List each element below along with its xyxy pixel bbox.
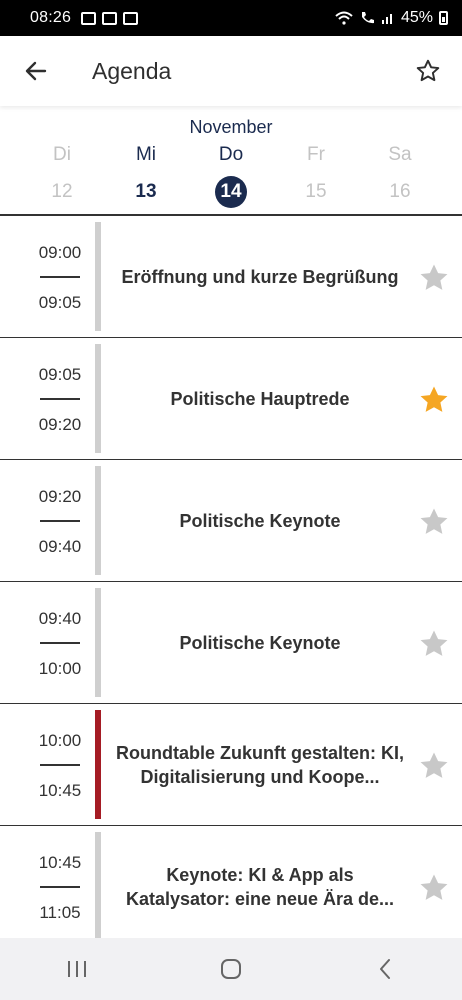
image-icon [102,11,118,25]
session-end-time: 10:45 [38,781,82,800]
signal-icon [381,14,392,24]
nav-back-button[interactable] [360,944,410,994]
session-item[interactable]: 09:40 10:00 Politische Keynote [0,582,462,704]
notification-icons [81,11,139,25]
favorite-toggle[interactable] [414,868,454,908]
star-icon [420,630,448,656]
session-start-time: 10:00 [38,731,82,750]
day-weekday: Do [218,144,244,165]
arrow-left-icon [25,61,47,81]
session-track-bar [95,466,101,575]
status-bar: 08:26 45% [0,0,462,36]
home-button[interactable] [206,944,256,994]
favorite-toggle[interactable] [414,624,454,664]
star-icon [420,508,448,534]
session-end-time: 11:05 [39,903,81,922]
battery-percent: 45% [400,9,433,26]
day-tab-12[interactable]: Di 12 [32,144,92,208]
battery-icon [439,11,448,25]
status-right: 45% [335,9,448,27]
session-end-time: 09:40 [38,537,82,556]
session-title: Politische Keynote [179,511,341,531]
day-number: 12 [51,181,73,202]
session-title: Politische Keynote [179,633,341,653]
system-nav-bar [0,938,462,1000]
session-title: Eröffnung und kurze Begrüßung [121,267,399,287]
favorite-toggle[interactable] [414,258,454,298]
recents-icon [68,961,86,977]
day-weekday: Fr [307,144,325,165]
day-weekday: Mi [135,144,157,165]
star-icon [420,874,448,900]
session-start-time: 09:00 [38,243,82,262]
session-item[interactable]: 09:05 09:20 Politische Hauptrede [0,338,462,460]
date-selector: November Di 12 Mi 13 Do 14 Fr 15 Sa 16 [0,110,462,216]
back-icon [380,959,390,979]
session-track-bar-highlight [95,710,101,819]
day-weekday: Di [53,144,71,165]
session-start-time: 09:40 [38,609,82,628]
session-item[interactable]: 09:20 09:40 Politische Keynote [0,460,462,582]
session-title: Roundtable Zukunft gestalten: KI, Digita… [116,743,404,787]
back-button[interactable] [16,51,56,91]
day-number: 13 [135,181,157,202]
favorites-filter-button[interactable] [408,51,448,91]
session-title: Keynote: KI & App als Katalysator: eine … [125,865,395,909]
session-track-bar [95,222,101,331]
session-track-bar [95,588,101,697]
time-separator [40,642,80,644]
day-number: 16 [389,181,411,202]
star-outline-icon [416,59,440,82]
time-separator [40,398,80,400]
time-separator [40,886,80,888]
session-track-bar [95,832,101,938]
time-separator [40,276,80,278]
day-weekday: Sa [388,144,412,165]
session-end-time: 10:00 [38,659,82,678]
favorite-toggle[interactable] [414,380,454,420]
call-icon [361,12,374,24]
status-time: 08:26 [30,9,72,26]
app-bar: Agenda [0,36,462,106]
session-end-time: 09:05 [38,293,82,312]
recents-button[interactable] [52,944,102,994]
day-number: 15 [305,181,327,202]
wifi-icon [335,11,353,25]
session-start-time: 09:05 [38,365,82,384]
favorite-toggle[interactable] [414,746,454,786]
session-item[interactable]: 10:45 11:05 Keynote: KI & App als Kataly… [0,826,462,938]
home-icon [221,959,241,979]
notification-icon [81,11,97,25]
star-filled-icon [420,386,448,412]
day-tab-16[interactable]: Sa 16 [370,144,430,208]
day-number-selected: 14 [215,176,247,208]
month-label: November [189,117,273,137]
session-title: Politische Hauptrede [170,389,350,409]
page-title: Agenda [92,57,172,84]
session-end-time: 09:20 [38,415,82,434]
session-item[interactable]: 10:00 10:45 Roundtable Zukunft gestalten… [0,704,462,826]
session-item[interactable]: 09:00 09:05 Eröffnung und kurze Begrüßun… [0,216,462,338]
star-icon [420,752,448,778]
star-icon [420,264,448,290]
favorite-toggle[interactable] [414,502,454,542]
session-track-bar [95,344,101,453]
time-separator [40,764,80,766]
day-tab-15[interactable]: Fr 15 [286,144,346,208]
day-tab-13[interactable]: Mi 13 [116,144,176,208]
day-tab-14[interactable]: Do 14 [201,144,261,208]
session-start-time: 10:45 [38,853,82,872]
check-icon [123,11,139,25]
time-separator [40,520,80,522]
session-start-time: 09:20 [38,487,82,506]
session-list: 09:00 09:05 Eröffnung und kurze Begrüßun… [0,216,462,938]
